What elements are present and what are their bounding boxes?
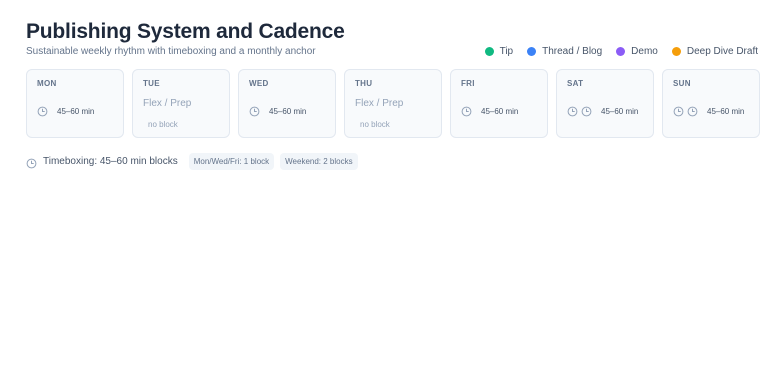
- legend-label-demo: Demo: [631, 46, 658, 57]
- day-name-thu: THU: [355, 79, 373, 88]
- legend-dot-thread-blog: [527, 47, 537, 56]
- legend-dot-demo: [616, 47, 626, 56]
- day-name-tue: TUE: [143, 79, 160, 88]
- time-block-sun: 45–60 min: [673, 106, 744, 117]
- clock-icon: [581, 106, 592, 117]
- timeboxing-text: Timeboxing: 45–60 min blocks: [43, 156, 178, 167]
- flex-prep-label: Flex / Prep: [355, 98, 404, 109]
- block-duration: 45–60 min: [57, 107, 95, 116]
- day-card-sun[interactable]: SUN 45–60 min: [662, 69, 760, 138]
- clock-icon: [26, 156, 37, 169]
- clock-icon: [37, 106, 48, 117]
- legend-item-deep-dive-draft: Deep Dive Draft: [671, 46, 758, 57]
- chip-weekday-blocks: Mon/Wed/Fri: 1 block: [188, 153, 275, 170]
- time-block-mon: 45–60 min: [37, 106, 94, 117]
- clock-icon: [673, 106, 684, 117]
- day-card-tue[interactable]: TUE Flex / Prep no block: [132, 69, 230, 138]
- chip-weekend-blocks: Weekend: 2 blocks: [280, 153, 358, 170]
- publishing-cadence-page: Publishing System and Cadence Sustainabl…: [0, 0, 784, 392]
- time-block-sat: 45–60 min: [567, 106, 638, 117]
- legend: Tip Thread / Blog Demo Deep Dive Draft: [484, 46, 758, 57]
- legend-dot-tip: [484, 47, 494, 56]
- block-duration: 45–60 min: [269, 107, 307, 116]
- no-block-label: no block: [148, 120, 178, 129]
- legend-label-tip: Tip: [499, 46, 514, 57]
- legend-item-demo: Demo: [616, 46, 658, 57]
- legend-dot-deep-dive-draft: [671, 47, 681, 56]
- day-card-sat[interactable]: SAT 45–60 min: [556, 69, 654, 138]
- day-card-mon[interactable]: MON 45–60 min: [26, 69, 124, 138]
- block-duration: 45–60 min: [481, 107, 519, 116]
- clock-icon: [567, 106, 578, 117]
- legend-item-tip: Tip: [484, 46, 514, 57]
- block-duration: 45–60 min: [601, 107, 639, 116]
- no-block-label: no block: [360, 120, 390, 129]
- day-card-wed[interactable]: WED 45–60 min: [238, 69, 336, 138]
- flex-prep-label: Flex / Prep: [143, 98, 192, 109]
- clock-icon: [461, 106, 472, 117]
- page-title: Publishing System and Cadence: [26, 20, 345, 43]
- time-block-wed: 45–60 min: [249, 106, 306, 117]
- page-subtitle: Sustainable weekly rhythm with timeboxin…: [26, 46, 316, 57]
- clock-icon: [687, 106, 698, 117]
- block-duration: 45–60 min: [707, 107, 745, 116]
- legend-label-deep-dive-draft: Deep Dive Draft: [686, 46, 758, 57]
- day-name-fri: FRI: [461, 79, 475, 88]
- clock-icon: [249, 106, 260, 117]
- day-name-sun: SUN: [673, 79, 691, 88]
- day-name-sat: SAT: [567, 79, 584, 88]
- legend-label-thread-blog: Thread / Blog: [542, 46, 603, 57]
- day-name-wed: WED: [249, 79, 269, 88]
- day-card-thu[interactable]: THU Flex / Prep no block: [344, 69, 442, 138]
- week-grid: MON 45–60 min TUE Flex / Prep no block W…: [26, 69, 760, 138]
- day-card-fri[interactable]: FRI 45–60 min: [450, 69, 548, 138]
- legend-item-thread-blog: Thread / Blog: [527, 46, 602, 57]
- timeboxing-summary: Timeboxing: 45–60 min blocks Mon/Wed/Fri…: [26, 153, 358, 170]
- time-block-fri: 45–60 min: [461, 106, 518, 117]
- day-name-mon: MON: [37, 79, 57, 88]
